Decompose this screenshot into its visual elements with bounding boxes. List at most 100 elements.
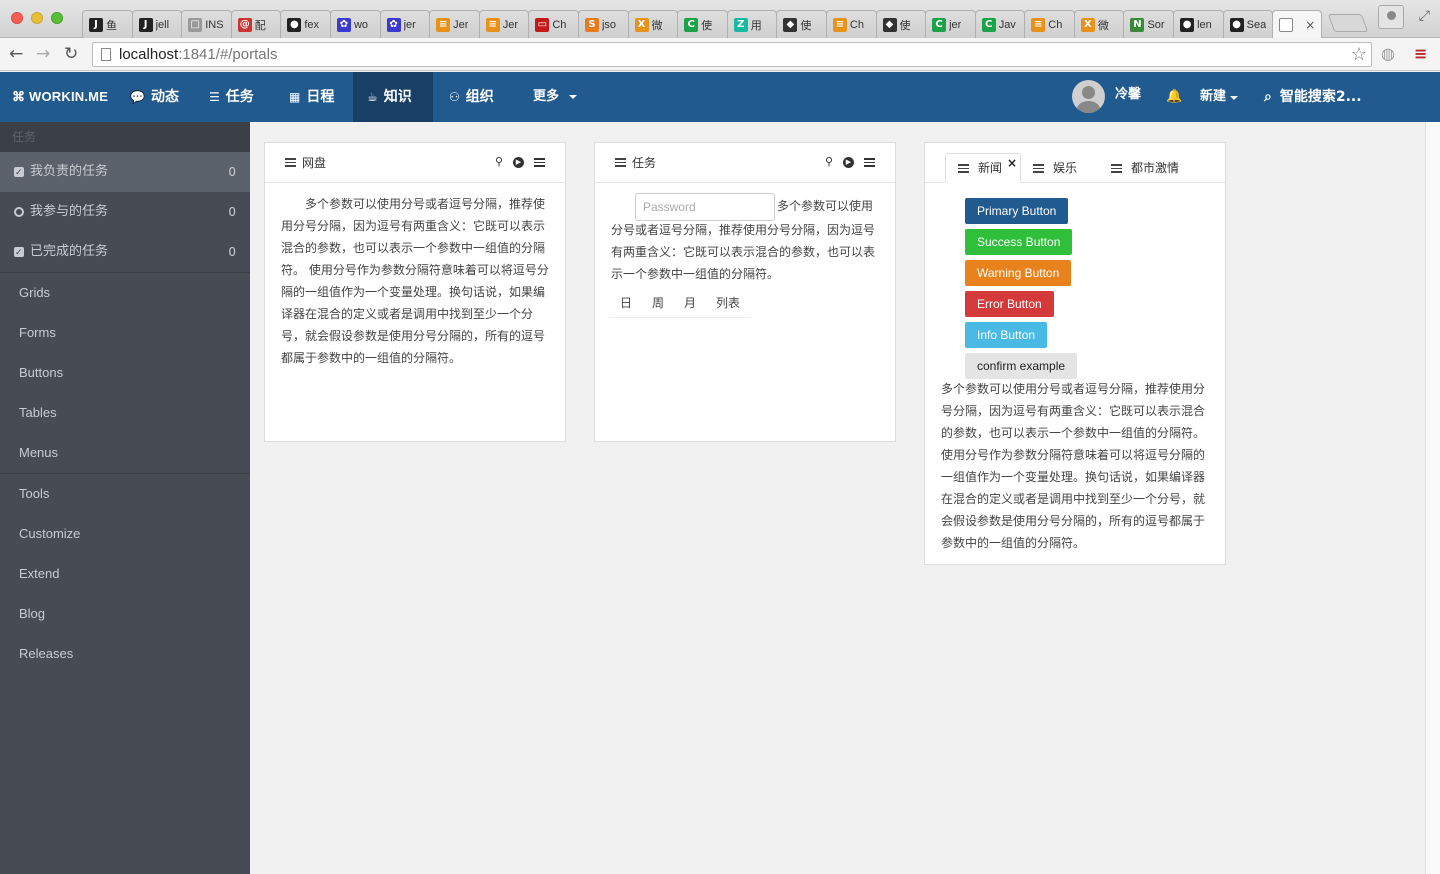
browser-tab[interactable]: C使 (677, 10, 728, 38)
warning-button[interactable]: Warning Button (965, 260, 1072, 286)
browser-tab[interactable]: Sjso (577, 10, 629, 38)
new-dropdown[interactable]: 新建 (1200, 72, 1239, 122)
close-window-button[interactable] (11, 12, 23, 24)
nav-item-org[interactable]: ⚇ 组织 (435, 72, 508, 122)
forward-icon[interactable]: → (36, 44, 50, 64)
browser-tab[interactable]: ≡ Jer (478, 10, 530, 38)
browser-tab[interactable]: ◆ 使 (776, 10, 827, 38)
browser-tab[interactable]: @ 配 (230, 10, 282, 38)
sidebar-item-label: 我负责的任务 (30, 164, 109, 179)
sidebar-item-buttons[interactable]: Buttons (0, 353, 250, 393)
arrow-right-icon[interactable]: ▶ (843, 156, 854, 168)
error-button[interactable]: Error Button (965, 291, 1054, 317)
nav-item-feed[interactable]: 💬 动态 (116, 72, 193, 122)
panel-icon (1033, 163, 1045, 173)
browser-tab[interactable]: Cjer (925, 10, 976, 38)
nav-more-dropdown[interactable]: 更多 (519, 72, 591, 122)
success-button[interactable]: Success Button (965, 229, 1073, 255)
pin-icon[interactable]: ⚲ (495, 156, 503, 168)
sidebar-item-participating-tasks[interactable]: 我参与的任务 0 (0, 192, 250, 232)
tab-city[interactable]: 都市激情 (1089, 153, 1191, 183)
browser-tab-title: Ch (1048, 18, 1063, 31)
browser-tab-title: 使 (899, 19, 911, 32)
browser-tab-active[interactable]: × (1272, 10, 1323, 38)
tab-day[interactable]: 日 (610, 290, 642, 317)
profile-icon[interactable] (1378, 5, 1404, 29)
tab-week[interactable]: 周 (642, 290, 674, 317)
close-icon[interactable]: × (1007, 148, 1017, 178)
sidebar-item-blog[interactable]: Blog (0, 594, 250, 634)
nav-item-tasks[interactable]: ☰ 任务 (195, 72, 268, 122)
reload-icon[interactable]: ↻ (64, 44, 78, 64)
brand-logo[interactable]: ⌘ WORKIN.ME (12, 72, 108, 122)
address-bar[interactable]: localhost:1841/#/portals ☆ (92, 42, 1372, 67)
browser-tab[interactable]: X微 (627, 10, 679, 38)
menu-icon[interactable]: ≡ (1414, 44, 1427, 63)
browser-tab-title: 使 (800, 19, 812, 32)
arrow-right-icon[interactable]: ▶ (513, 156, 524, 168)
browser-tab[interactable]: ✿ jer (379, 10, 431, 38)
bell-icon[interactable]: 🔔 (1166, 88, 1182, 104)
sidebar-item-tables[interactable]: Tables (0, 393, 250, 433)
nav-item-knowledge[interactable]: ☕ 知识 (353, 72, 433, 122)
info-button[interactable]: Info Button (965, 322, 1048, 348)
tab-news[interactable]: 新闻 × (945, 153, 1022, 183)
task-count: 0 (228, 245, 236, 259)
browser-tab[interactable]: ● fex (280, 10, 331, 38)
minimize-window-button[interactable] (31, 12, 43, 24)
confirm-example-button[interactable]: confirm example (965, 353, 1078, 379)
zoom-window-button[interactable] (51, 12, 63, 24)
browser-tab[interactable]: N Sor (1123, 10, 1175, 38)
list-menu-icon[interactable] (534, 157, 545, 167)
browser-tab[interactable]: C Jav (974, 10, 1026, 38)
tab-month[interactable]: 月 (674, 290, 706, 317)
close-tab-icon[interactable]: × (1305, 18, 1315, 32)
globe-icon[interactable]: ◍ (1381, 44, 1395, 63)
bookmark-star-icon[interactable]: ☆ (1351, 43, 1367, 66)
primary-button[interactable]: Primary Button (965, 198, 1069, 224)
browser-tab[interactable]: ≡ Jer (429, 10, 480, 38)
tab-label: 娱乐 (1053, 161, 1078, 175)
browser-tab[interactable]: Jjell (131, 10, 183, 38)
sidebar-item-customize[interactable]: Customize (0, 514, 250, 554)
pin-icon[interactable]: ⚲ (825, 156, 833, 168)
list-menu-icon[interactable] (864, 157, 875, 167)
tab-entertainment[interactable]: 娱乐 (1021, 153, 1089, 183)
browser-tab[interactable]: J鱼 (82, 10, 133, 38)
coffee-icon: ☕ (367, 90, 378, 104)
browser-tab[interactable]: ✿ wo (329, 10, 381, 38)
favicon-icon: ≡ (1031, 17, 1046, 32)
browser-tab[interactable]: ◆ 使 (875, 10, 927, 38)
browser-tab[interactable]: ● len (1173, 10, 1224, 38)
sidebar-item-my-tasks[interactable]: 我负责的任务 0 (0, 152, 250, 193)
sidebar-item-menus[interactable]: Menus (0, 433, 250, 473)
avatar[interactable] (1072, 80, 1105, 113)
new-tab-button[interactable] (1327, 14, 1369, 32)
sidebar-item-extend[interactable]: Extend (0, 554, 250, 594)
browser-tab[interactable]: □ INS (181, 10, 232, 38)
nav-item-label: 组织 (465, 89, 494, 105)
browser-tab[interactable]: ● Sea (1222, 10, 1274, 38)
back-icon[interactable]: ← (9, 44, 23, 64)
password-input[interactable]: Password (635, 193, 775, 221)
sidebar-item-tools[interactable]: Tools (0, 474, 250, 514)
page-scrollbar[interactable] (1425, 122, 1440, 874)
sidebar-item-grids[interactable]: Grids (0, 273, 250, 313)
favicon-icon: ▭ (535, 17, 550, 32)
fullscreen-icon[interactable]: ⤢ (1419, 8, 1430, 24)
nav-item-label: 日程 (306, 89, 335, 105)
smart-search[interactable]: ⌕ 智能搜索2... (1264, 72, 1362, 122)
browser-tab[interactable]: ▭ Ch (528, 10, 579, 38)
task-panel-text: 分号或者逗号分隔，推荐使用分号分隔，因为逗号有两重含义：它既可以表示混合的参数，… (611, 223, 876, 281)
tab-list[interactable]: 列表 (706, 290, 750, 317)
sidebar-item-completed-tasks[interactable]: 已完成的任务 0 (0, 232, 250, 273)
browser-tab[interactable]: ≡ Ch (825, 10, 877, 38)
sidebar-item-forms[interactable]: Forms (0, 313, 250, 353)
browser-tab[interactable]: ≡ Ch (1024, 10, 1075, 38)
browser-tab[interactable]: Z用 (726, 10, 778, 38)
sidebar-item-releases[interactable]: Releases (0, 634, 250, 674)
browser-tab[interactable]: X微 (1073, 10, 1125, 38)
sidebar-search-input[interactable]: 任务 (0, 122, 250, 152)
user-name[interactable]: 冷馨 (1115, 72, 1141, 118)
nav-item-calendar[interactable]: ▦ 日程 (275, 72, 348, 122)
